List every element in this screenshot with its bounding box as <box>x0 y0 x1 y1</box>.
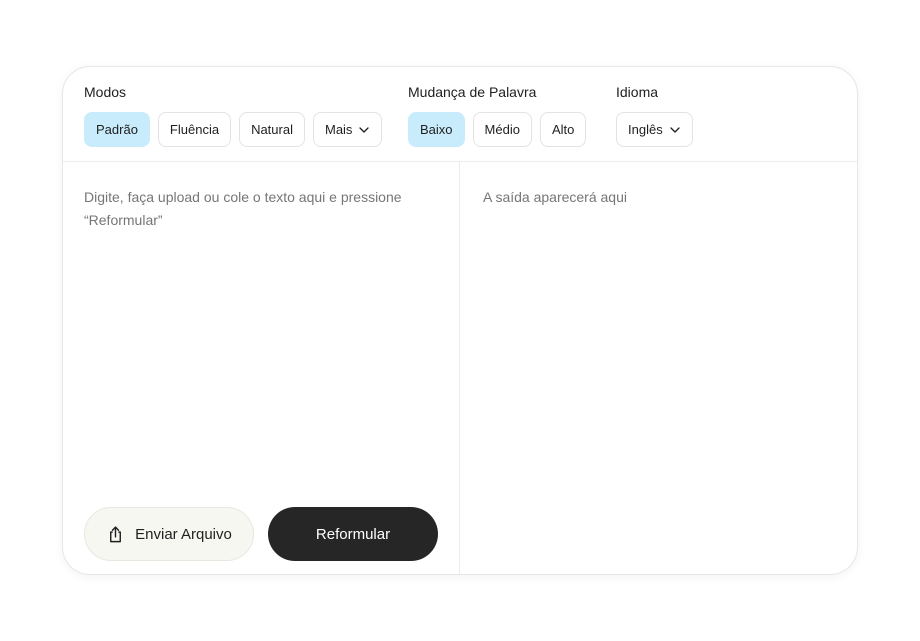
output-placeholder: A saída aparecerá aqui <box>483 189 627 205</box>
upload-file-button[interactable]: Enviar Arquivo <box>84 507 254 561</box>
input-pane[interactable]: Digite, faça upload ou cole o texto aqui… <box>63 162 460 574</box>
word-change-title: Mudança de Palavra <box>408 84 537 100</box>
modes-more-label: Mais <box>324 122 353 137</box>
paraphraser-card: Modos Padrão Fluência Natural Mais Mudan… <box>62 66 858 575</box>
word-change-chip-baixo[interactable]: Baixo <box>408 112 465 147</box>
word-change-chip-alto[interactable]: Alto <box>539 112 587 147</box>
share-upload-icon <box>110 525 122 542</box>
mode-chip-padrao[interactable]: Padrão <box>84 112 150 147</box>
word-change-group: Mudança de Palavra Baixo Médio Alto <box>408 83 587 147</box>
reformulate-label: Reformular <box>315 525 391 543</box>
mode-chip-natural[interactable]: Natural <box>239 112 305 147</box>
upload-file-label: Enviar Arquivo <box>135 525 232 543</box>
chevron-down-icon <box>359 126 370 133</box>
reformulate-button[interactable]: Reformular <box>268 507 438 561</box>
chevron-down-icon <box>670 126 680 133</box>
word-change-chip-medio[interactable]: Médio <box>472 112 532 147</box>
mode-chip-fluencia[interactable]: Fluência <box>157 112 232 147</box>
input-textarea[interactable]: Digite, faça upload ou cole o texto aqui… <box>84 186 434 232</box>
modes-group: Modos Padrão Fluência Natural Mais <box>84 83 383 147</box>
language-group: Idioma Inglês <box>616 83 693 147</box>
language-value: Inglês <box>628 122 663 137</box>
modes-title: Modos <box>84 84 127 100</box>
modes-more-dropdown[interactable]: Mais <box>312 112 383 147</box>
language-dropdown[interactable]: Inglês <box>616 112 693 147</box>
language-title: Idioma <box>616 84 659 100</box>
output-pane: A saída aparecerá aqui <box>460 162 857 574</box>
options-toolbar: Modos Padrão Fluência Natural Mais Mudan… <box>63 67 857 162</box>
